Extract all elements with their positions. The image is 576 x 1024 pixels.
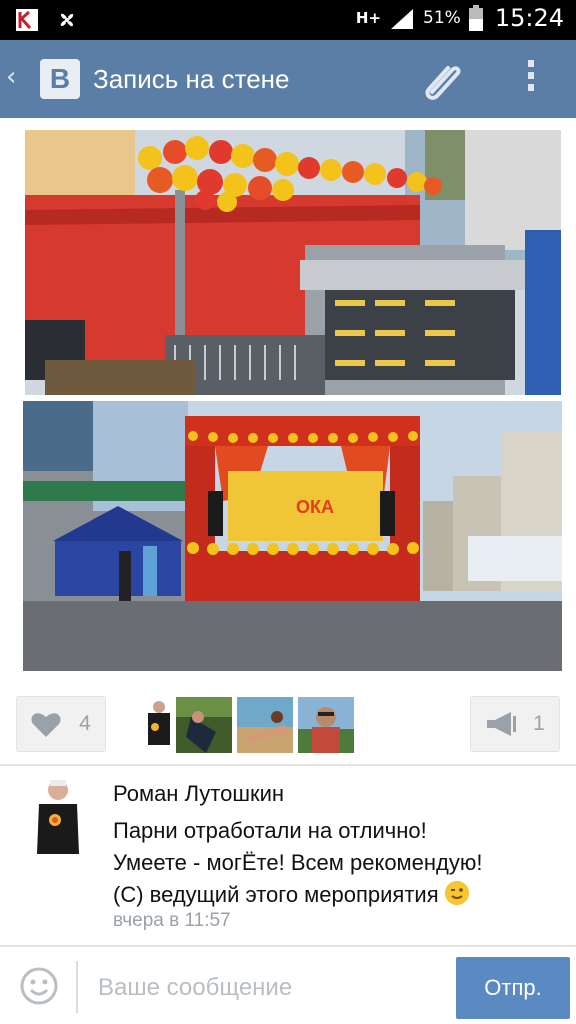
wink-emoji-icon <box>444 881 469 905</box>
stage-equipment-photo[interactable] <box>25 130 561 395</box>
comment-author[interactable]: Роман Лутошкин <box>113 781 284 807</box>
comment-line-last: (С) ведущий этого мероприятия <box>113 879 563 911</box>
megaphone-icon <box>487 712 517 736</box>
more-icon[interactable] <box>518 60 544 100</box>
battery-icon <box>468 5 483 31</box>
page-title: Запись на стене <box>93 64 290 94</box>
share-count: 1 <box>533 712 545 735</box>
input-separator <box>76 961 78 1013</box>
signal-icon <box>391 9 414 29</box>
message-composer: Отпр. <box>0 945 576 1024</box>
vk-logo[interactable]: В <box>40 59 80 99</box>
comment-timestamp: вчера в 11:57 <box>113 910 231 931</box>
avatar <box>237 697 293 753</box>
liker-avatar[interactable] <box>298 697 354 753</box>
stage-banner-text: ОКА <box>296 497 334 517</box>
comment-avatar[interactable] <box>33 776 83 858</box>
smile-icon[interactable] <box>20 967 58 1005</box>
heart-icon <box>31 713 61 737</box>
outdoor-stage-image: ОКА <box>23 401 562 671</box>
antivirus-icon <box>16 9 38 31</box>
liker-avatar[interactable] <box>176 697 232 753</box>
pinwheel-icon <box>60 13 74 27</box>
outdoor-stage-photo[interactable]: ОКА <box>23 401 562 671</box>
like-button[interactable]: 4 <box>16 696 106 752</box>
comment-text: Парни отработали на отлично! Умеете - мо… <box>113 815 563 911</box>
status-bar: H+ 51% 15:24 <box>0 0 576 40</box>
stage-equipment-image <box>25 130 561 395</box>
avatar <box>298 697 354 753</box>
message-input[interactable] <box>98 971 438 1005</box>
liker-avatar[interactable] <box>237 697 293 753</box>
avatar <box>33 776 83 858</box>
back-icon[interactable]: ‹ <box>6 62 16 92</box>
comment-line: Умеете - могЁте! Всем рекомендую! <box>113 850 483 875</box>
clock: 15:24 <box>494 4 564 32</box>
comment-line: Парни отработали на отлично! <box>113 818 427 843</box>
divider <box>0 764 576 766</box>
avatar <box>176 697 232 753</box>
like-count: 4 <box>79 712 91 735</box>
paperclip-icon[interactable] <box>418 56 466 102</box>
network-type: H+ <box>355 9 382 27</box>
battery-percent: 51% <box>423 8 461 28</box>
comment-line-text: (С) ведущий этого мероприятия <box>113 882 439 907</box>
app-header: ‹ В Запись на стене <box>0 40 576 118</box>
share-button[interactable]: 1 <box>470 696 560 752</box>
send-button[interactable]: Отпр. <box>456 957 570 1019</box>
